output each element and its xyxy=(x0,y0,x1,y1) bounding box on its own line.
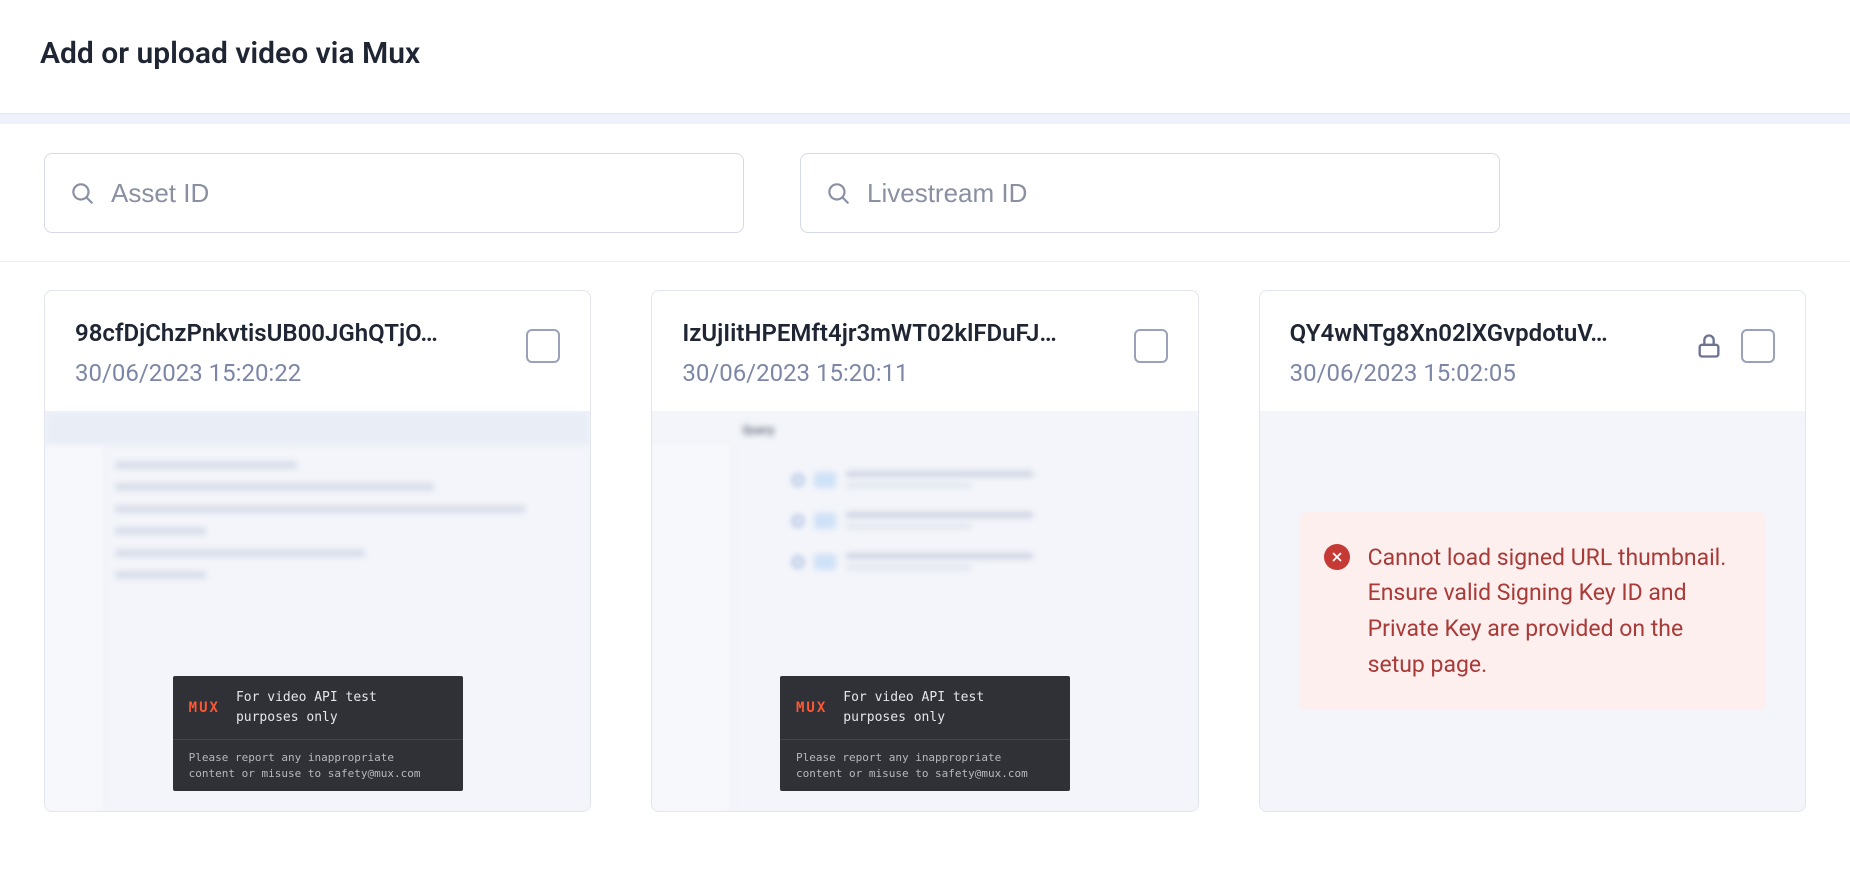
page-title: Add or upload video via Mux xyxy=(40,36,1810,71)
divider-band xyxy=(0,113,1850,125)
livestream-id-field[interactable] xyxy=(800,153,1500,233)
mux-watermark-footer: Please report any inappropriate content … xyxy=(780,740,1070,791)
asset-id-field[interactable] xyxy=(44,153,744,233)
asset-card-date: 30/06/2023 15:20:22 xyxy=(75,359,506,387)
mux-watermark-footer: Please report any inappropriate content … xyxy=(173,740,463,791)
livestream-id-input[interactable] xyxy=(867,178,1475,209)
asset-card[interactable]: QY4wNTg8Xn02lXGvpdotuV… 30/06/2023 15:02… xyxy=(1259,290,1806,812)
mux-watermark: MUX For video API test purposes only Ple… xyxy=(173,676,463,791)
asset-select-checkbox[interactable] xyxy=(1134,329,1168,363)
asset-card-date: 30/06/2023 15:20:11 xyxy=(682,359,1113,387)
asset-card-title: QY4wNTg8Xn02lXGvpdotuV… xyxy=(1290,319,1675,347)
asset-card[interactable]: 98cfDjChzPnkvtisUB00JGhQTjO… 30/06/2023 … xyxy=(44,290,591,812)
error-icon xyxy=(1324,544,1350,570)
lock-icon xyxy=(1695,332,1723,360)
search-row xyxy=(0,125,1850,262)
asset-card-title: 98cfDjChzPnkvtisUB00JGhQTjO… xyxy=(75,319,506,347)
mux-logo: MUX xyxy=(189,700,220,716)
asset-thumbnail: MUX For video API test purposes only Ple… xyxy=(45,411,590,811)
asset-id-input[interactable] xyxy=(111,178,719,209)
search-icon xyxy=(69,180,95,206)
asset-card-date: 30/06/2023 15:02:05 xyxy=(1290,359,1675,387)
asset-thumbnail-error: Cannot load signed URL thumbnail. Ensure… xyxy=(1260,411,1805,811)
error-banner: Cannot load signed URL thumbnail. Ensure… xyxy=(1300,512,1765,711)
asset-card[interactable]: IzUjIitHPEMft4jr3mWT02klFDuFJ… 30/06/202… xyxy=(651,290,1198,812)
asset-card-header: 98cfDjChzPnkvtisUB00JGhQTjO… 30/06/2023 … xyxy=(45,291,590,411)
mux-watermark-text: For video API test purposes only xyxy=(843,688,1054,727)
asset-cards-row: 98cfDjChzPnkvtisUB00JGhQTjO… 30/06/2023 … xyxy=(0,262,1850,812)
mux-watermark-text: For video API test purposes only xyxy=(236,688,447,727)
header: Add or upload video via Mux xyxy=(0,0,1850,113)
error-message: Cannot load signed URL thumbnail. Ensure… xyxy=(1368,540,1737,683)
search-icon xyxy=(825,180,851,206)
mux-watermark: MUX For video API test purposes only Ple… xyxy=(780,676,1070,791)
asset-select-checkbox[interactable] xyxy=(526,329,560,363)
asset-card-header: QY4wNTg8Xn02lXGvpdotuV… 30/06/2023 15:02… xyxy=(1260,291,1805,411)
mux-logo: MUX xyxy=(796,700,827,716)
asset-card-header: IzUjIitHPEMft4jr3mWT02klFDuFJ… 30/06/202… xyxy=(652,291,1197,411)
asset-select-checkbox[interactable] xyxy=(1741,329,1775,363)
asset-thumbnail: Query xyxy=(652,411,1197,811)
asset-card-title: IzUjIitHPEMft4jr3mWT02klFDuFJ… xyxy=(682,319,1113,347)
